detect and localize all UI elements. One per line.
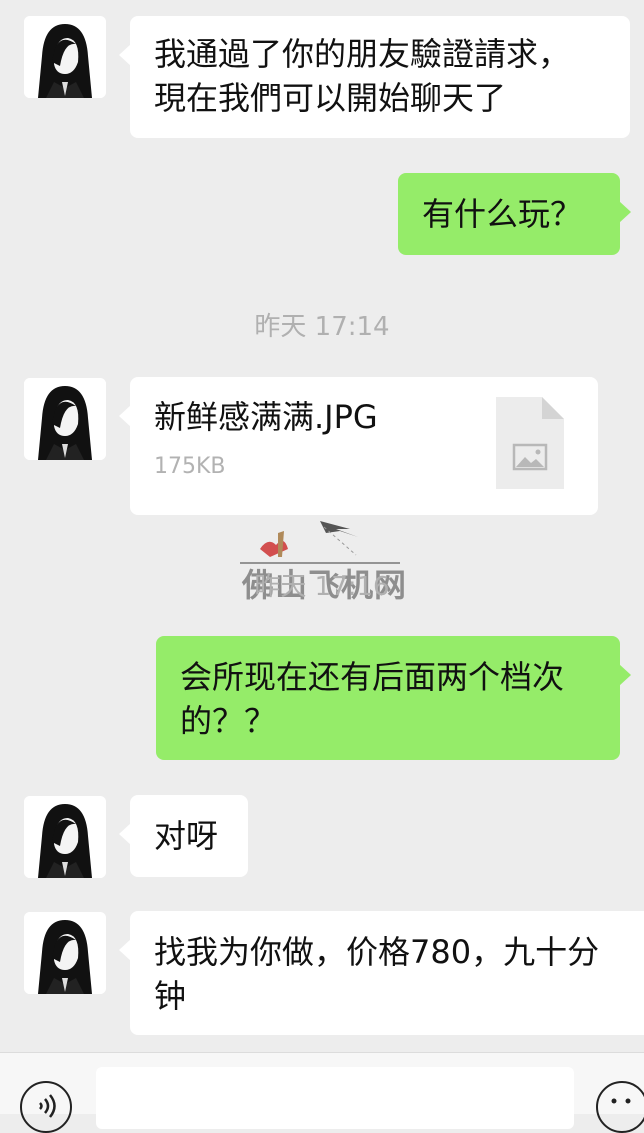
- contact-avatar[interactable]: [24, 16, 106, 98]
- file-name: 新鲜感满满.JPG: [154, 398, 378, 436]
- contact-avatar[interactable]: [24, 796, 106, 878]
- voice-icon[interactable]: [20, 1081, 72, 1133]
- emoji-icon[interactable]: [596, 1081, 644, 1133]
- message-bubble[interactable]: 我通過了你的朋友驗證請求， 現在我們可以開始聊天了: [119, 16, 630, 138]
- file-size: 175KB: [154, 454, 226, 479]
- message-bubble[interactable]: 找我为你做，价格780，九十分 钟: [119, 911, 644, 1035]
- message-timestamp: 昨天 17:14: [254, 312, 390, 342]
- contact-avatar[interactable]: [24, 378, 106, 460]
- file-message-bubble[interactable]: 新鲜感满满.JPG 175KB: [119, 377, 598, 515]
- message-bubble[interactable]: 会所现在还有后面两个档次 的？？: [156, 636, 631, 760]
- message-input[interactable]: [96, 1067, 574, 1129]
- message-bubble[interactable]: 有什么玩？: [398, 173, 631, 255]
- message-timestamp: 昨天 17:16: [254, 572, 390, 602]
- message-bubble[interactable]: 对呀: [119, 795, 248, 877]
- image-file-icon: [496, 397, 564, 500]
- contact-avatar[interactable]: [24, 912, 106, 994]
- input-bar: [0, 1052, 644, 1133]
